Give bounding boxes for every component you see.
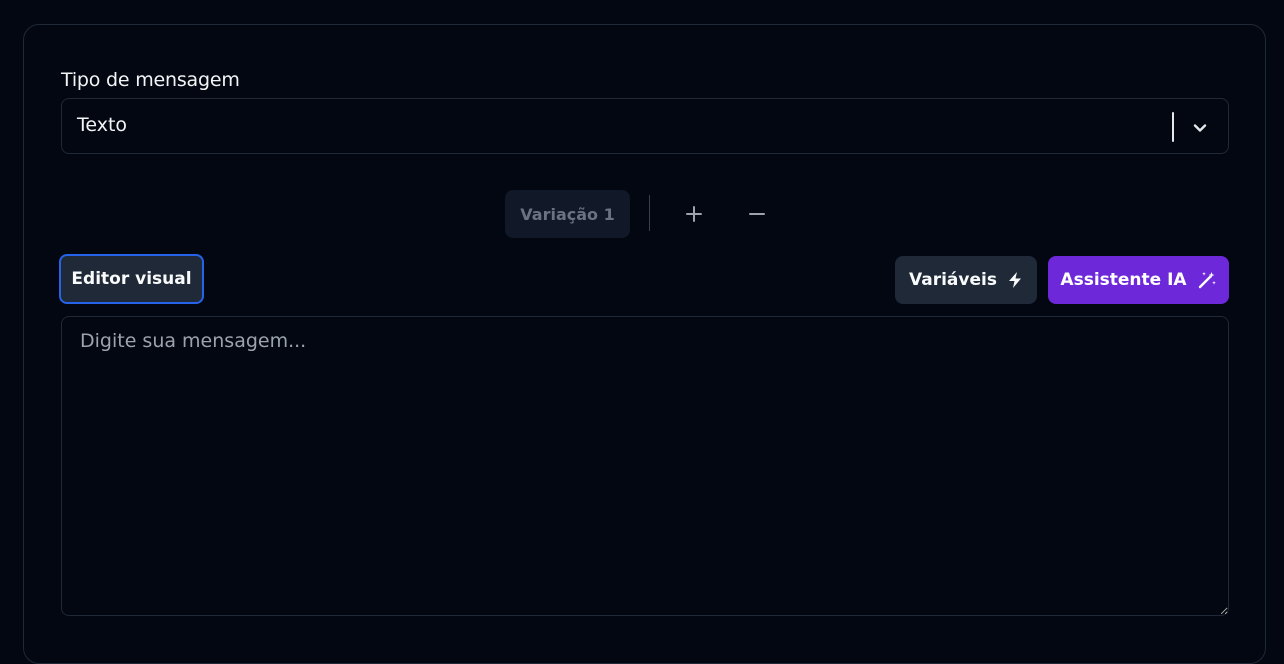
chevron-down-icon[interactable]	[1188, 116, 1212, 140]
magic-wand-icon	[1198, 272, 1216, 289]
message-textarea[interactable]	[61, 316, 1229, 616]
variables-button[interactable]: Variáveis	[895, 256, 1037, 304]
message-type-label: Tipo de mensagem	[61, 69, 240, 91]
remove-variation-button[interactable]	[740, 197, 774, 231]
lightning-icon	[1008, 272, 1021, 288]
variables-label: Variáveis	[909, 270, 997, 290]
minus-icon	[749, 213, 765, 215]
plus-icon	[686, 206, 702, 222]
ai-assistant-button[interactable]: Assistente IA	[1048, 256, 1229, 304]
tab-variation-1[interactable]: Variação 1	[505, 190, 630, 238]
message-type-select[interactable]: Texto	[61, 98, 1229, 154]
variation-divider	[649, 195, 650, 231]
ai-assistant-label: Assistente IA	[1060, 270, 1187, 290]
message-type-value: Texto	[77, 114, 128, 136]
add-variation-button[interactable]	[677, 197, 711, 231]
message-config-card: Tipo de mensagem Texto Variação 1 Editor…	[23, 24, 1266, 664]
visual-editor-button[interactable]: Editor visual	[59, 254, 204, 304]
visual-editor-label: Editor visual	[71, 269, 192, 289]
select-separator	[1172, 112, 1174, 142]
